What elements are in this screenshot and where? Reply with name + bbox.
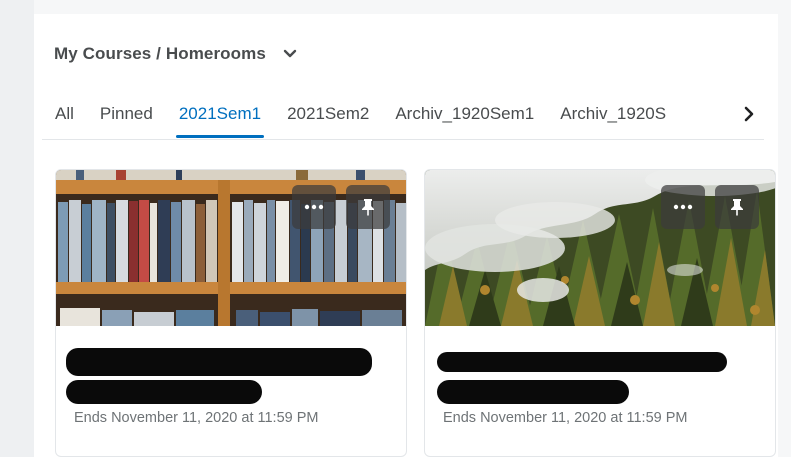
course-code-redacted: [66, 380, 262, 404]
pin-button[interactable]: [715, 185, 759, 229]
tab-pinned[interactable]: Pinned: [87, 98, 166, 138]
semester-tabs: All Pinned 2021Sem1 2021Sem2 Archiv_1920…: [42, 98, 764, 138]
tab-2021sem1[interactable]: 2021Sem1: [166, 98, 274, 138]
course-end-date: Ends November 11, 2020 at 11:59 PM: [443, 410, 688, 426]
pin-icon: [730, 198, 744, 216]
course-card[interactable]: Ends November 11, 2020 at 11:59 PM: [424, 169, 776, 457]
page: My Courses / Homerooms All Pinned 2021Se…: [0, 0, 791, 457]
course-image-foggy-forest: [425, 170, 775, 326]
tab-archiv-1920sem1[interactable]: Archiv_1920Sem1: [382, 98, 547, 138]
tab-archiv-1920s[interactable]: Archiv_1920S: [547, 98, 679, 138]
pin-icon: [361, 198, 375, 216]
course-options-button[interactable]: [292, 185, 336, 229]
course-end-date: Ends November 11, 2020 at 11:59 PM: [74, 410, 319, 426]
course-card[interactable]: Ends November 11, 2020 at 11:59 PM: [55, 169, 407, 457]
more-icon: [304, 204, 324, 210]
widget-header[interactable]: My Courses / Homerooms: [54, 42, 298, 66]
chevron-right-icon: [742, 106, 756, 127]
course-options-button[interactable]: [661, 185, 705, 229]
course-title-redacted[interactable]: [437, 352, 727, 372]
course-image-bookshelf: [56, 170, 406, 326]
tab-all[interactable]: All: [42, 98, 87, 138]
course-title-redacted[interactable]: [66, 348, 372, 376]
widget-title: My Courses / Homerooms: [54, 44, 266, 63]
pin-button[interactable]: [346, 185, 390, 229]
course-code-redacted: [437, 380, 629, 404]
tab-2021sem2[interactable]: 2021Sem2: [274, 98, 382, 138]
left-gutter: [0, 0, 34, 457]
tabs-next-button[interactable]: [739, 104, 759, 128]
chevron-down-icon[interactable]: [282, 46, 298, 62]
more-icon: [673, 204, 693, 210]
tabs-divider: [42, 139, 764, 140]
